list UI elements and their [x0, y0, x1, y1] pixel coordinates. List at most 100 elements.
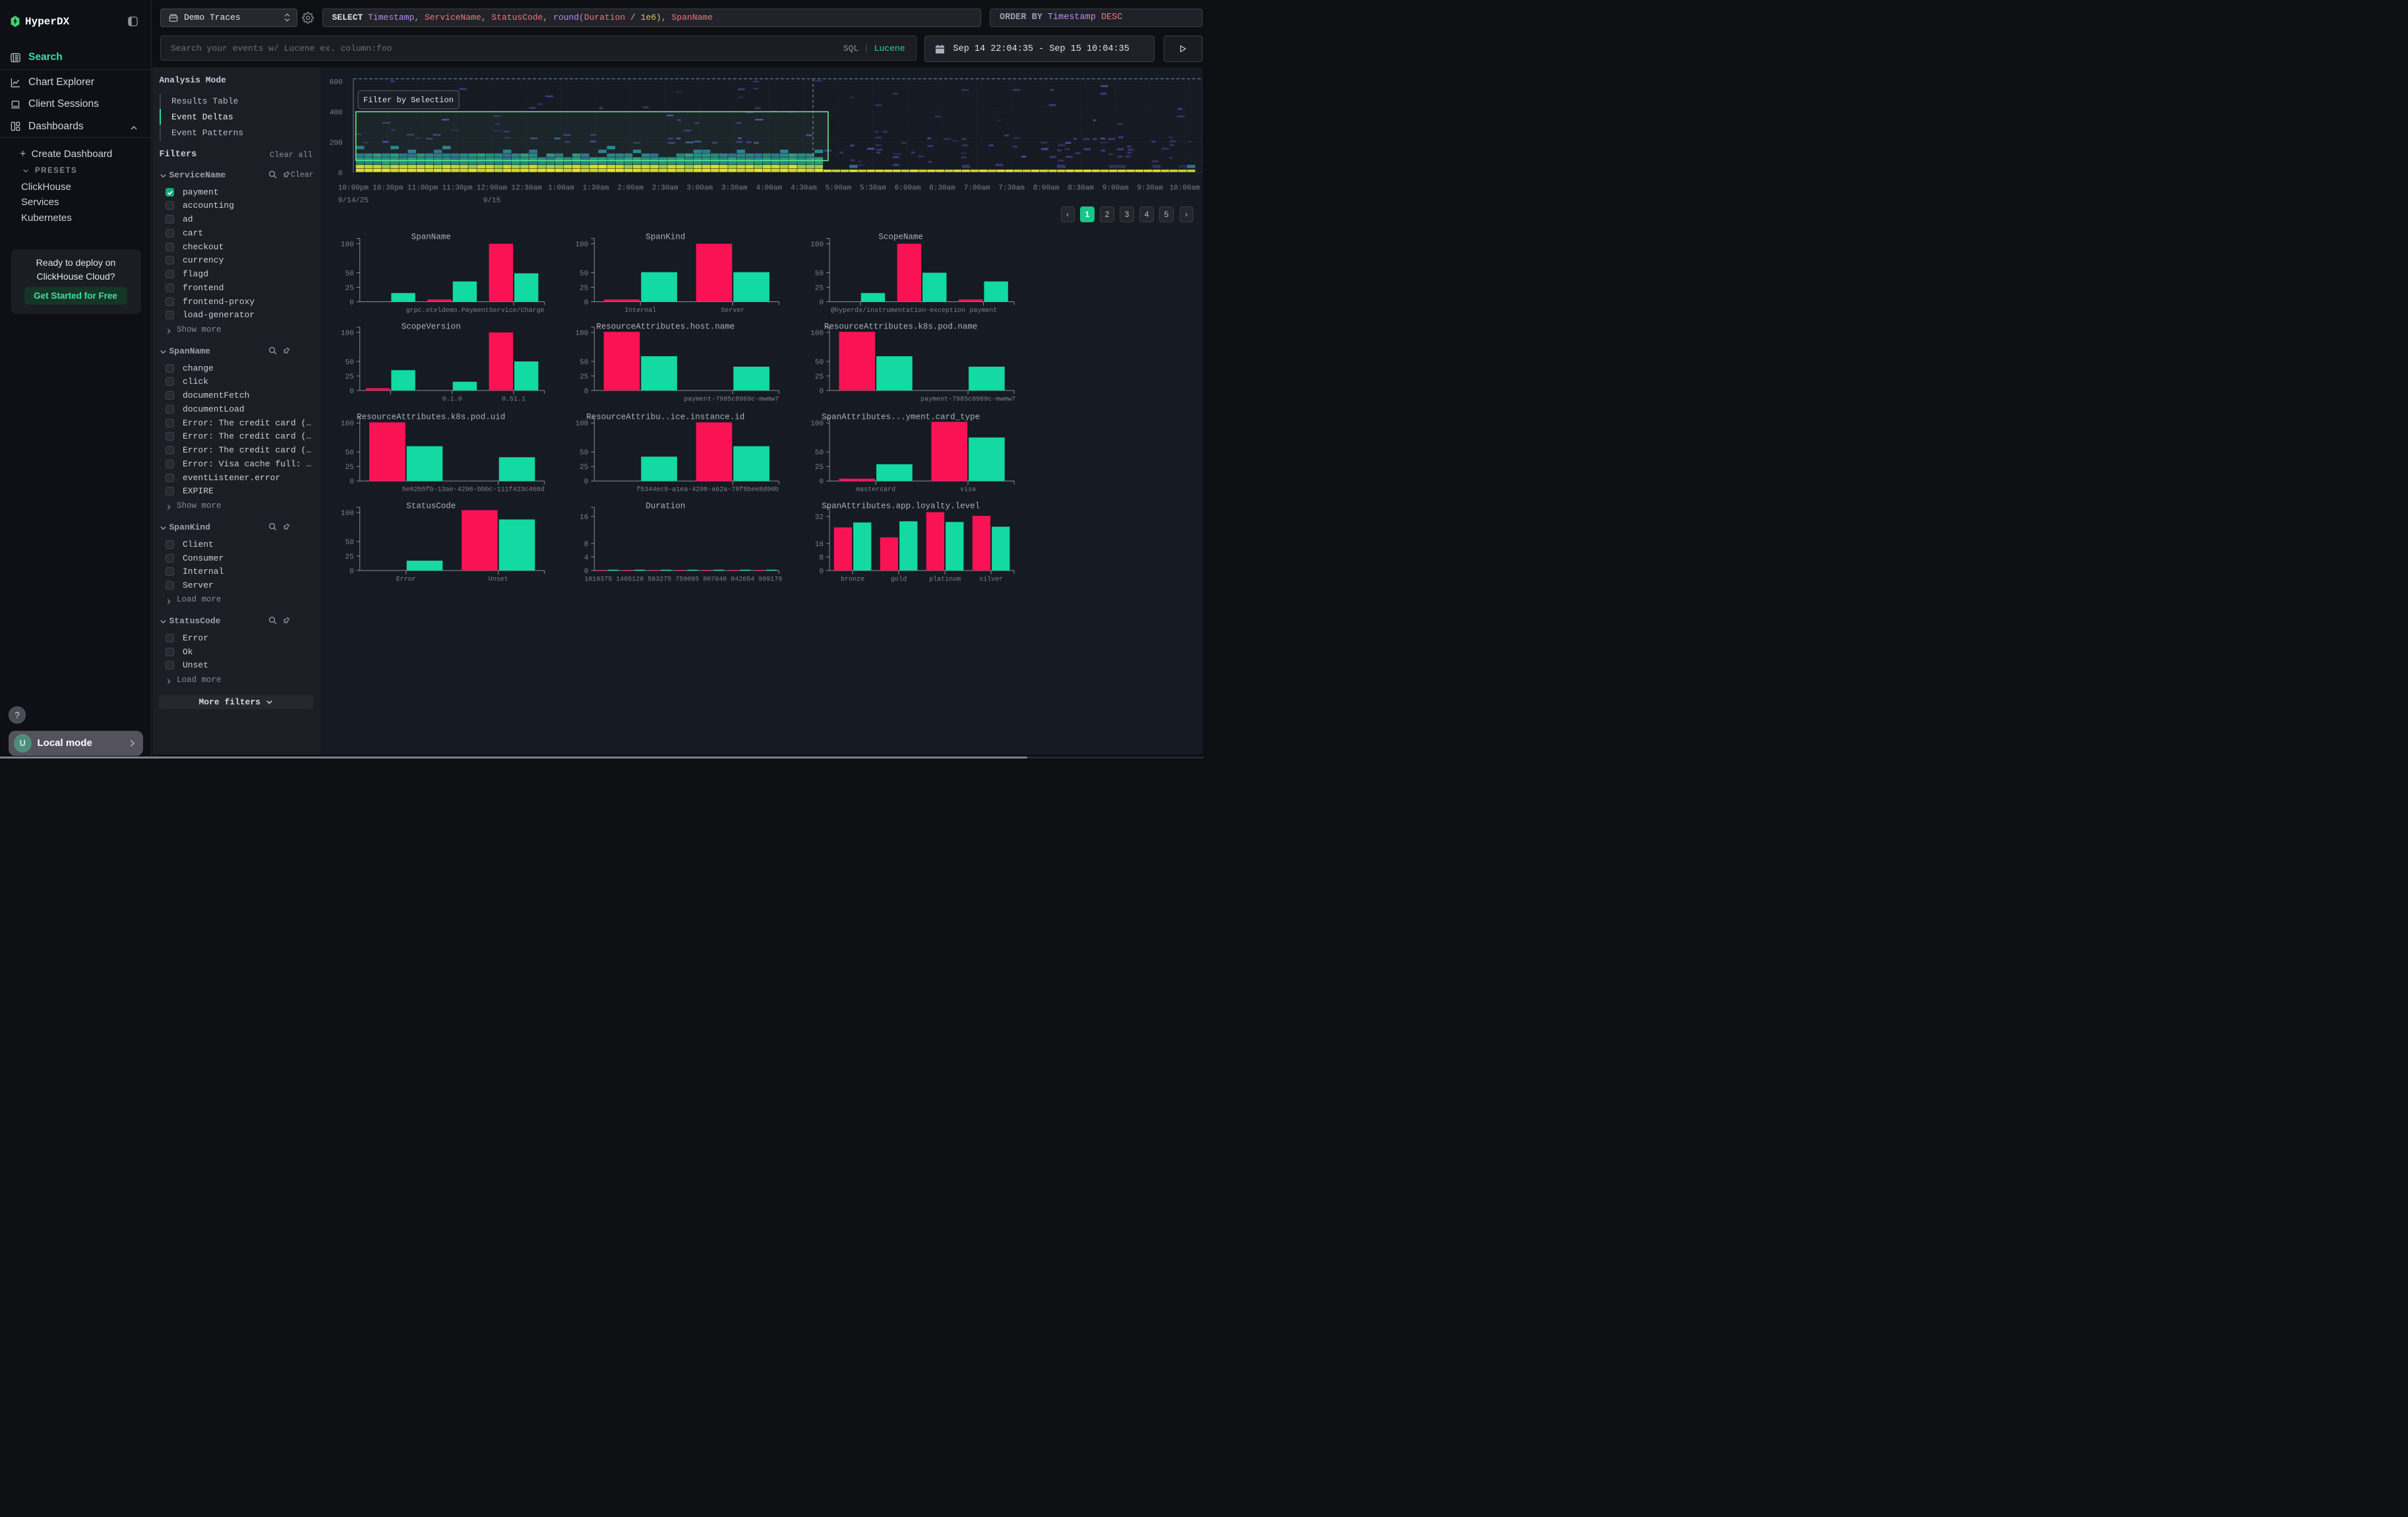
svg-text:3:30am: 3:30am: [721, 185, 748, 193]
svg-text:25: 25: [815, 464, 824, 472]
svg-text:25: 25: [580, 284, 588, 292]
svg-text:8:30am: 8:30am: [1068, 185, 1094, 193]
svg-text:50: 50: [345, 270, 353, 278]
svg-text:0: 0: [584, 299, 589, 307]
svg-text:0: 0: [349, 568, 354, 576]
svg-text:6:30am: 6:30am: [929, 185, 955, 193]
svg-text:ResourceAttributes.host.name: ResourceAttributes.host.name: [596, 323, 735, 332]
svg-text:ScopeVersion: ScopeVersion: [402, 323, 461, 332]
svg-text:gold: gold: [891, 575, 907, 583]
svg-text:10:30pm: 10:30pm: [373, 185, 404, 193]
svg-text:0: 0: [819, 299, 824, 307]
svg-text:9/14/25: 9/14/25: [338, 197, 369, 205]
svg-text:SpanAttributes.app.loyalty.lev: SpanAttributes.app.loyalty.level: [822, 501, 980, 511]
svg-text:16: 16: [580, 514, 588, 522]
svg-text:Filter by Selection: Filter by Selection: [363, 96, 454, 105]
svg-text:1019375 1405128 583275 759085: 1019375 1405128 583275 759085 807648 842…: [584, 576, 782, 583]
svg-text:1:30am: 1:30am: [583, 185, 609, 193]
svg-text:10:00am: 10:00am: [1170, 185, 1201, 193]
svg-text:2:30am: 2:30am: [652, 185, 678, 193]
svg-text:32: 32: [815, 514, 824, 522]
svg-text:visa: visa: [960, 486, 976, 494]
svg-text:16: 16: [815, 541, 824, 549]
svg-text:7:30am: 7:30am: [998, 185, 1025, 193]
svg-text:8: 8: [584, 541, 589, 549]
svg-text:0: 0: [819, 388, 824, 396]
svg-text:10:00pm: 10:00pm: [338, 185, 369, 193]
svg-text:0: 0: [349, 299, 354, 307]
svg-text:25: 25: [580, 373, 588, 381]
svg-text:grpc.oteldemo.PaymentService/C: grpc.oteldemo.PaymentService/Charge: [406, 307, 545, 315]
svg-text:@hyperdx/instrumentation-excep: @hyperdx/instrumentation-exception: [831, 307, 965, 315]
svg-text:2:00am: 2:00am: [617, 185, 644, 193]
svg-text:f5344ec9-a1ea-4290-a62a-78f5be: f5344ec9-a1ea-4290-a62a-78f5bee8d90b: [636, 486, 779, 494]
svg-text:50: 50: [580, 359, 588, 367]
svg-text:100: 100: [341, 241, 354, 249]
svg-text:platinum: platinum: [929, 575, 961, 583]
svg-text:ResourceAttribu..ice.instance.: ResourceAttribu..ice.instance.id: [586, 412, 744, 421]
svg-text:100: 100: [575, 330, 588, 338]
svg-text:ScopeName: ScopeName: [878, 233, 923, 242]
svg-text:0.51.1: 0.51.1: [502, 396, 526, 403]
svg-text:11:30pm: 11:30pm: [442, 185, 473, 193]
svg-text:0.1.0: 0.1.0: [442, 396, 462, 403]
svg-text:payment-7985c8969c-mwmw7: payment-7985c8969c-mwmw7: [920, 396, 1015, 403]
svg-text:0: 0: [349, 388, 354, 396]
svg-text:400: 400: [330, 109, 343, 117]
svg-text:payment-7985c8969c-mwmw7: payment-7985c8969c-mwmw7: [684, 396, 779, 403]
svg-text:payment: payment: [969, 307, 997, 315]
svg-text:SpanName: SpanName: [411, 233, 451, 242]
svg-text:25: 25: [345, 464, 353, 472]
svg-text:7:00am: 7:00am: [964, 185, 990, 193]
svg-text:0: 0: [349, 478, 354, 486]
svg-text:StatusCode: StatusCode: [406, 501, 456, 511]
svg-text:600: 600: [330, 78, 343, 86]
svg-text:SpanKind: SpanKind: [646, 233, 685, 242]
svg-text:Duration: Duration: [646, 501, 685, 511]
svg-text:12:30am: 12:30am: [511, 185, 542, 193]
svg-text:25: 25: [815, 284, 824, 292]
svg-text:8:00am: 8:00am: [1033, 185, 1060, 193]
svg-text:6:00am: 6:00am: [895, 185, 921, 193]
svg-text:100: 100: [810, 330, 824, 338]
svg-text:9/15: 9/15: [483, 197, 500, 205]
svg-text:0: 0: [584, 388, 589, 396]
svg-text:ResourceAttributes.k8s.pod.uid: ResourceAttributes.k8s.pod.uid: [357, 412, 505, 421]
svg-text:25: 25: [345, 553, 353, 561]
svg-text:9:00am: 9:00am: [1102, 185, 1129, 193]
svg-text:Unset: Unset: [489, 576, 508, 583]
svg-text:0: 0: [338, 170, 343, 177]
svg-text:100: 100: [341, 330, 354, 338]
svg-text:9:30am: 9:30am: [1137, 185, 1163, 193]
svg-text:50: 50: [345, 539, 353, 547]
svg-text:3:00am: 3:00am: [686, 185, 713, 193]
svg-text:0: 0: [584, 568, 589, 576]
svg-text:100: 100: [341, 420, 354, 428]
svg-text:4:30am: 4:30am: [791, 185, 817, 193]
svg-text:Internal: Internal: [624, 307, 656, 315]
svg-text:100: 100: [575, 241, 588, 249]
svg-text:50: 50: [815, 270, 824, 278]
svg-text:100: 100: [575, 420, 588, 428]
svg-text:mastercard: mastercard: [856, 486, 895, 494]
svg-text:25: 25: [345, 284, 353, 292]
svg-text:100: 100: [810, 420, 824, 428]
svg-text:25: 25: [580, 464, 588, 472]
svg-text:Server: Server: [721, 307, 744, 315]
svg-text:silver: silver: [979, 575, 1003, 583]
svg-text:ResourceAttributes.k8s.pod.nam: ResourceAttributes.k8s.pod.name: [824, 323, 978, 332]
svg-text:1:00am: 1:00am: [548, 185, 574, 193]
svg-text:bronze: bronze: [841, 575, 864, 583]
svg-text:50: 50: [580, 270, 588, 278]
svg-text:25: 25: [345, 373, 353, 381]
svg-text:25: 25: [815, 373, 824, 381]
svg-text:50: 50: [345, 359, 353, 367]
svg-text:0: 0: [819, 478, 824, 486]
svg-text:50: 50: [580, 449, 588, 457]
svg-text:100: 100: [810, 241, 824, 249]
svg-text:0: 0: [584, 478, 589, 486]
svg-text:50: 50: [815, 449, 824, 457]
svg-text:5:30am: 5:30am: [860, 185, 886, 193]
svg-text:50: 50: [815, 359, 824, 367]
svg-text:Error: Error: [396, 576, 416, 583]
